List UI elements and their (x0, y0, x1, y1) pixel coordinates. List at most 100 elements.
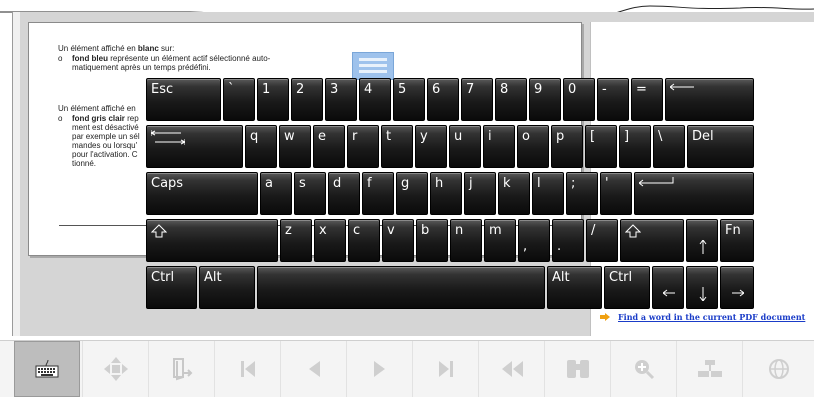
key-3[interactable]: 3 (325, 78, 357, 121)
key-fn[interactable]: Fn (720, 219, 754, 262)
key-j[interactable]: j (464, 172, 496, 215)
key-c[interactable]: c (348, 219, 380, 262)
key-v[interactable]: v (382, 219, 414, 262)
key-backslash[interactable]: \ (653, 125, 685, 168)
para1-bullet-line2: matiquement après un temps prédéfini. (72, 63, 211, 72)
key-left-bracket[interactable]: [ (585, 125, 617, 168)
key-backtick[interactable]: ` (223, 78, 255, 121)
shift-icon (625, 224, 641, 238)
key-q[interactable]: q (245, 125, 277, 168)
key-space[interactable] (257, 266, 545, 309)
key-left-ctrl[interactable]: Ctrl (146, 266, 197, 309)
key-t[interactable]: t (381, 125, 413, 168)
key-8[interactable]: 8 (495, 78, 527, 121)
key-h[interactable]: h (430, 172, 462, 215)
key-m[interactable]: m (484, 219, 516, 262)
key-0[interactable]: 0 (563, 78, 595, 121)
key-caps[interactable]: Caps (146, 172, 258, 215)
arrow-right-icon (732, 289, 744, 297)
exit-button[interactable] (148, 341, 215, 397)
key-1[interactable]: 1 (257, 78, 289, 121)
key-9[interactable]: 9 (529, 78, 561, 121)
key-u[interactable]: u (449, 125, 481, 168)
previous-icon (309, 361, 320, 377)
navigate-button[interactable] (82, 341, 149, 397)
para1-bullet-glyph: o (58, 54, 63, 63)
key-left-shift[interactable] (146, 219, 278, 262)
key-right-ctrl[interactable]: Ctrl (604, 266, 650, 309)
first-page-button[interactable] (214, 341, 281, 397)
para2-line3: par exemple un sél (72, 132, 140, 141)
key-tab[interactable] (146, 125, 243, 168)
key-esc[interactable]: Esc (146, 78, 221, 121)
key-del[interactable]: Del (687, 125, 754, 168)
key-period[interactable]: . (552, 219, 584, 262)
key-right-bracket[interactable]: ] (619, 125, 651, 168)
key-quote[interactable]: ' (600, 172, 632, 215)
zoom-in-icon (635, 360, 655, 380)
find-button[interactable] (544, 341, 611, 397)
key-left-alt[interactable]: Alt (199, 266, 255, 309)
para1-intro: Un élément affiché en blanc sur: (58, 44, 175, 53)
key-w[interactable]: w (279, 125, 311, 168)
para2-bullet-glyph: o (58, 114, 63, 123)
backspace-icon (670, 83, 694, 91)
layout-button[interactable] (676, 341, 743, 397)
previous-page-button[interactable] (280, 341, 347, 397)
highlight-sample-icon (352, 52, 394, 80)
key-g[interactable]: g (396, 172, 428, 215)
hint-arrow-icon (600, 313, 610, 321)
key-backspace[interactable] (665, 78, 754, 121)
key-z[interactable]: z (280, 219, 312, 262)
globe-button[interactable] (742, 341, 814, 397)
key-f[interactable]: f (362, 172, 394, 215)
keyboard-button[interactable] (14, 341, 80, 397)
find-word-link[interactable]: Find a word in the current PDF document (618, 312, 805, 322)
key-s[interactable]: s (294, 172, 326, 215)
para2-intro: Un élément affiché en (58, 104, 136, 113)
key-equals[interactable]: = (631, 78, 663, 121)
key-x[interactable]: x (314, 219, 346, 262)
key-5[interactable]: 5 (393, 78, 425, 121)
para2-line2: ment est désactivé (72, 123, 139, 132)
back-button[interactable] (478, 341, 545, 397)
keyboard-icon (35, 359, 59, 378)
next-icon (374, 361, 385, 377)
key-6[interactable]: 6 (427, 78, 459, 121)
key-l[interactable]: l (532, 172, 564, 215)
key-right-shift[interactable] (620, 219, 684, 262)
key-e[interactable]: e (313, 125, 345, 168)
arrow-up-icon (699, 240, 707, 254)
key-right-alt[interactable]: Alt (547, 266, 602, 309)
key-slash[interactable]: / (586, 219, 618, 262)
zoom-in-button[interactable] (610, 341, 677, 397)
last-page-button[interactable] (412, 341, 479, 397)
key-semicolon[interactable]: ; (566, 172, 598, 215)
key-i[interactable]: i (483, 125, 515, 168)
key-2[interactable]: 2 (291, 78, 323, 121)
layout-icon (698, 360, 722, 377)
key-y[interactable]: y (415, 125, 447, 168)
key-d[interactable]: d (328, 172, 360, 215)
key-a[interactable]: a (260, 172, 292, 215)
key-7[interactable]: 7 (461, 78, 493, 121)
key-comma[interactable]: , (518, 219, 550, 262)
key-right[interactable] (720, 266, 754, 309)
key-r[interactable]: r (347, 125, 379, 168)
key-4[interactable]: 4 (359, 78, 391, 121)
key-left[interactable] (652, 266, 684, 309)
key-k[interactable]: k (498, 172, 530, 215)
key-minus[interactable]: - (597, 78, 629, 121)
find-icon (567, 360, 589, 378)
key-p[interactable]: p (551, 125, 583, 168)
key-up[interactable] (686, 219, 718, 262)
key-b[interactable]: b (416, 219, 448, 262)
key-down[interactable] (686, 266, 718, 309)
shift-icon (151, 224, 167, 238)
bottom-toolbar (0, 340, 814, 397)
tab-icon (151, 130, 185, 145)
next-page-button[interactable] (346, 341, 413, 397)
key-o[interactable]: o (517, 125, 549, 168)
key-n[interactable]: n (450, 219, 482, 262)
key-enter[interactable] (634, 172, 754, 215)
